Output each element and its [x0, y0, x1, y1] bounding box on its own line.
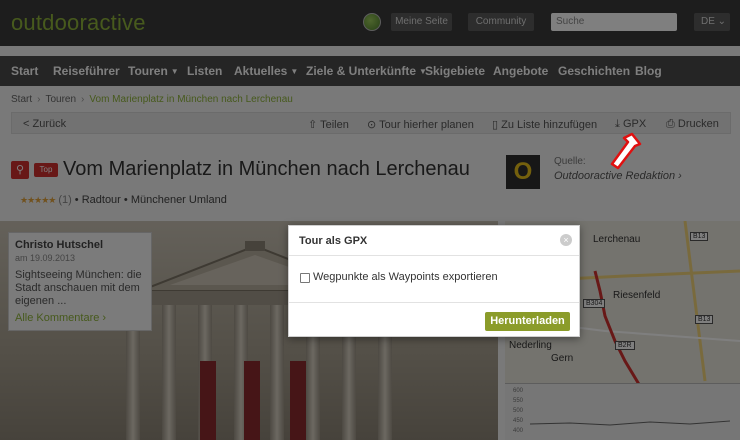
- dialog-header: Tour als GPX ×: [289, 226, 579, 256]
- close-icon[interactable]: ×: [560, 234, 572, 246]
- gpx-export-dialog: Tour als GPX × Wegpunkte als Waypoints e…: [288, 225, 580, 337]
- download-button[interactable]: Herunterladen: [485, 312, 570, 331]
- waypoints-checkbox[interactable]: [300, 273, 310, 283]
- modal-backdrop[interactable]: [0, 0, 740, 440]
- annotation-arrow-icon: [610, 132, 642, 170]
- dialog-body: Wegpunkte als Waypoints exportieren: [289, 257, 579, 303]
- dialog-title: Tour als GPX: [299, 235, 368, 247]
- waypoints-checkbox-label[interactable]: Wegpunkte als Waypoints exportieren: [313, 271, 498, 283]
